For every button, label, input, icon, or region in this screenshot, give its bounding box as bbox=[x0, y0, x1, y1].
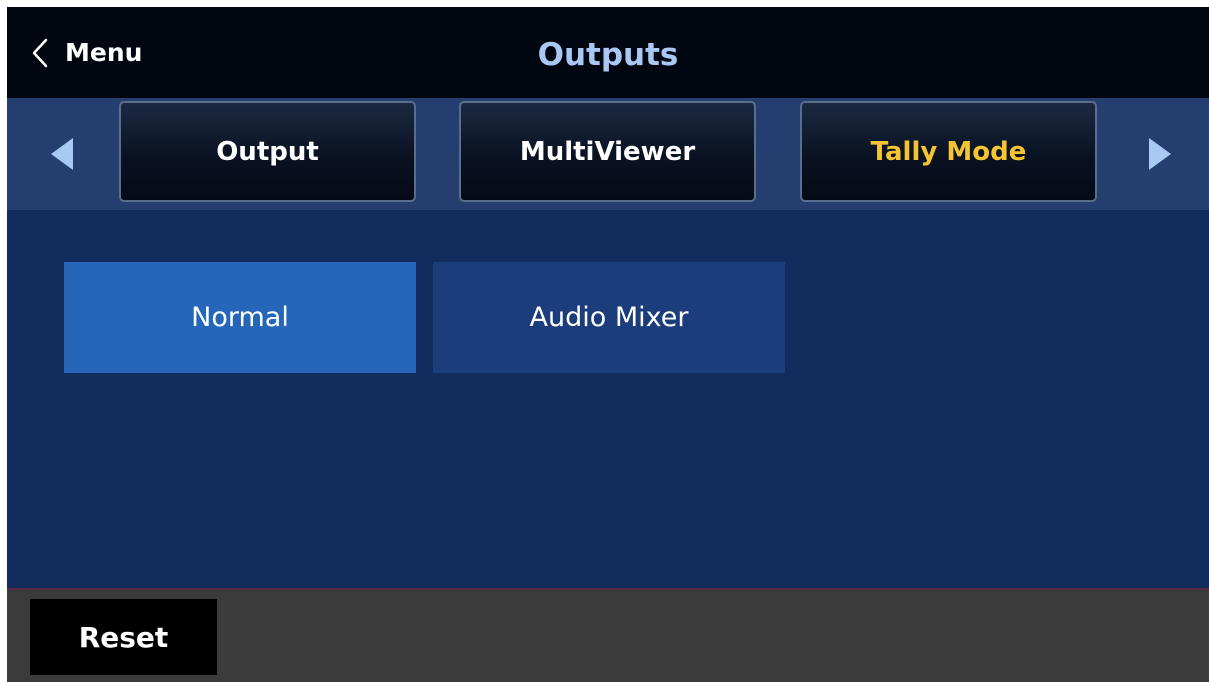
tally-mode-option-audio-mixer[interactable]: Audio Mixer bbox=[433, 262, 785, 373]
tab-output[interactable]: Output bbox=[119, 101, 416, 202]
back-to-menu-button[interactable]: Menu bbox=[29, 31, 142, 75]
chevron-left-icon bbox=[29, 38, 51, 68]
page-title: Outputs bbox=[537, 37, 679, 73]
tally-mode-screen: Menu Outputs Output MultiViewer Tally Mo… bbox=[7, 7, 1209, 682]
back-button-label: Menu bbox=[65, 38, 143, 67]
triangle-left-icon bbox=[39, 138, 79, 180]
tab-bar: Output MultiViewer Tally Mode bbox=[7, 98, 1209, 210]
footer-bar: Reset bbox=[7, 590, 1209, 682]
previous-tab-button[interactable] bbox=[39, 132, 79, 176]
tab-tally-mode[interactable]: Tally Mode bbox=[800, 101, 1097, 202]
reset-button[interactable]: Reset bbox=[30, 599, 217, 675]
header-bar: Menu Outputs bbox=[7, 7, 1209, 98]
next-tab-button[interactable] bbox=[1139, 132, 1179, 176]
tally-mode-option-normal[interactable]: Normal bbox=[64, 262, 416, 373]
tab-multiviewer[interactable]: MultiViewer bbox=[459, 101, 756, 202]
triangle-right-icon bbox=[1139, 138, 1179, 180]
